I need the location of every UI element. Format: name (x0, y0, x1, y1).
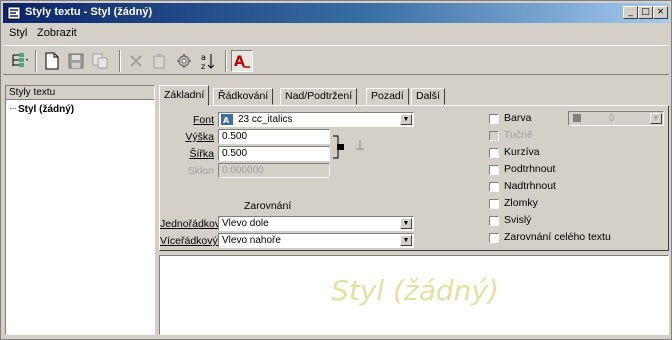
chevron-down-icon[interactable]: ▼ (400, 114, 412, 125)
preview-text: Styl (žádný) (331, 274, 499, 307)
tab-strip: Základní Řádkování Nad/Podtržení Pozadí … (159, 85, 669, 106)
lock-ratio-icon[interactable] (354, 139, 366, 151)
podtrhnout-checkbox[interactable] (489, 165, 499, 175)
window-title: Styly textu - Styl (žádný) (25, 6, 153, 18)
tab-nad-podtrzeni[interactable]: Nad/Podtržení (280, 88, 358, 105)
paste-icon[interactable] (149, 50, 171, 72)
tab-radkovani[interactable]: Řádkování (213, 88, 274, 105)
maximize-button[interactable]: □ (638, 6, 653, 19)
vyska-input[interactable]: 0.500 (218, 129, 330, 144)
zarovnani-celeho-textu-checkbox[interactable] (489, 233, 499, 243)
tree-view-icon[interactable] (9, 50, 31, 72)
sirka-input[interactable]: 0.500 (218, 146, 330, 161)
svg-text:z: z (201, 62, 205, 70)
style-list-header: Styly textu (6, 86, 154, 100)
new-style-icon[interactable] (41, 50, 63, 72)
zarovnani-celeho-textu-label: Zarovnání celého textu (504, 231, 611, 243)
close-button[interactable]: × (653, 6, 668, 19)
sirka-label: Šířka (189, 148, 214, 160)
tab-pozadi[interactable]: Pozadí (366, 88, 409, 105)
svg-text:a: a (201, 53, 206, 62)
font-icon: A (221, 114, 233, 125)
chevron-down-icon[interactable]: ▼ (400, 235, 412, 246)
svg-text:A: A (223, 116, 230, 125)
minimize-button[interactable]: _ (623, 6, 638, 19)
toolbar: az A (3, 45, 669, 75)
menu-bar: Styl Zobrazit (3, 25, 669, 43)
nadtrhnout-checkbox[interactable] (489, 182, 499, 192)
copy-icon[interactable] (89, 50, 111, 72)
link-size-icon[interactable] (332, 134, 346, 160)
delete-icon[interactable] (125, 50, 147, 72)
viceradkovy-select[interactable]: Vlevo nahoře ▼ (218, 233, 414, 248)
zlomky-checkbox[interactable] (489, 199, 499, 209)
style-list-panel: Styly textu Styl (žádný) (5, 85, 155, 335)
menu-zobrazit[interactable]: Zobrazit (37, 27, 77, 39)
tucne-checkbox[interactable] (489, 131, 499, 141)
text-style-icon[interactable]: A (231, 50, 253, 72)
settings-icon[interactable] (173, 50, 195, 72)
menu-styl[interactable]: Styl (9, 27, 27, 39)
tucne-label: Tučně (504, 129, 533, 141)
chevron-down-icon[interactable]: ▼ (400, 218, 412, 229)
nadtrhnout-label: Nadtrhnout (504, 180, 556, 192)
zarovnani-label: Zarovnání (244, 200, 292, 212)
sklon-label: Sklon (187, 165, 214, 177)
tab-zakladni[interactable]: Základní (159, 85, 210, 106)
jednoradkovy-select[interactable]: Vlevo dole ▼ (218, 216, 414, 231)
sort-icon[interactable]: az (197, 50, 219, 72)
save-icon[interactable] (65, 50, 87, 72)
barva-label: Barva (504, 112, 532, 124)
font-select[interactable]: A 23 cc_italics ▼ (218, 112, 414, 127)
jednoradkovy-label: Jednořádkový (160, 218, 226, 230)
podtrhnout-label: Podtrhnout (504, 163, 556, 175)
tab-panel-zakladni: Font A 23 cc_italics ▼ Výška 0.500 Šířka… (159, 105, 669, 251)
style-list-item[interactable]: Styl (žádný) (18, 104, 74, 115)
chevron-down-icon[interactable]: ▼ (650, 113, 662, 124)
sklon-input[interactable]: 0.000000 (218, 163, 330, 178)
barva-checkbox[interactable] (489, 114, 499, 124)
color-swatch (573, 114, 581, 122)
kurziva-checkbox[interactable] (489, 148, 499, 158)
kurziva-label: Kurzíva (504, 146, 540, 158)
font-label: Font (192, 114, 214, 126)
barva-color-select[interactable]: 0 ▼ (568, 111, 664, 126)
svisly-label: Svislý (504, 214, 532, 226)
style-properties-panel: Základní Řádkování Nad/Podtržení Pozadí … (159, 85, 669, 335)
tab-dalsi[interactable]: Další (411, 88, 445, 105)
zlomky-label: Zlomky (504, 197, 538, 209)
title-bar: Styly textu - Styl (žádný) _ □ × (3, 3, 669, 23)
vyska-label: Výška (185, 131, 214, 143)
svisly-checkbox[interactable] (489, 216, 499, 226)
viceradkovy-label: Víceřádkový (160, 235, 218, 247)
style-preview: Styl (žádný) (159, 255, 669, 335)
style-window: Styly textu - Styl (žádný) _ □ × Styl Zo… (0, 0, 672, 340)
app-icon (7, 6, 21, 20)
